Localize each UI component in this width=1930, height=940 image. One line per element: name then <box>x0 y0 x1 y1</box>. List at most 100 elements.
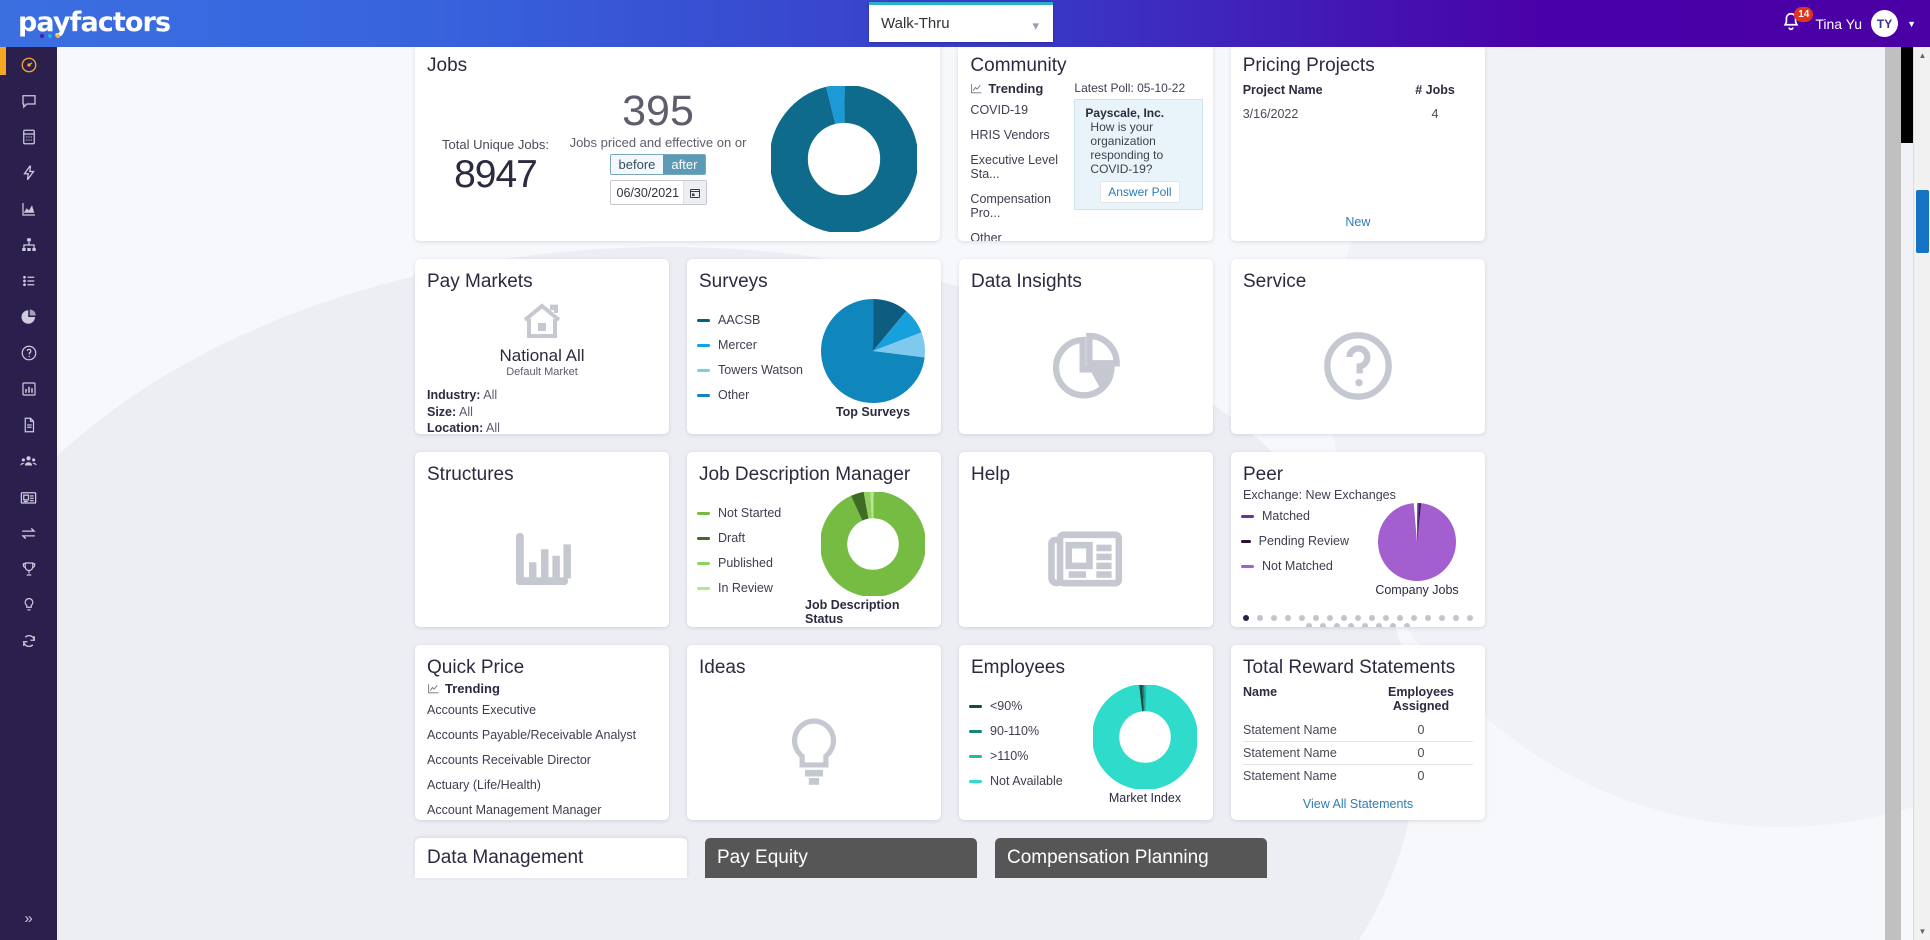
scroll-up-arrow-icon[interactable]: ▲ <box>1914 47 1930 64</box>
quick-price-item[interactable]: Account Management Manager <box>427 803 669 817</box>
carousel-dot[interactable] <box>1313 615 1319 621</box>
carousel-dot[interactable] <box>1355 615 1361 621</box>
notifications-button[interactable]: 14 <box>1780 10 1806 38</box>
card-community[interactable]: Community Trending COVID-19 HRIS Vendors… <box>958 43 1212 241</box>
view-all-statements-link[interactable]: View All Statements <box>1231 797 1485 811</box>
carousel-dot[interactable] <box>1320 623 1326 627</box>
toggle-after[interactable]: after <box>663 155 705 174</box>
carousel-dot[interactable] <box>1327 615 1333 621</box>
carousel-dot[interactable] <box>1306 623 1312 627</box>
carousel-dot[interactable] <box>1257 615 1263 621</box>
carousel-dot[interactable] <box>1271 615 1277 621</box>
peer-body: Matched Pending Review Not Matched Comp <box>1231 501 1485 613</box>
carousel-dot[interactable] <box>1467 615 1473 621</box>
carousel-dot[interactable] <box>1404 623 1410 627</box>
card-pricing-projects[interactable]: Pricing Projects Project Name # Jobs 3/1… <box>1231 43 1485 241</box>
community-topic-link[interactable]: Executive Level Sta... <box>970 153 1070 181</box>
peer-carousel-dots-top[interactable] <box>1231 615 1485 621</box>
sidebar-item-lists[interactable] <box>0 263 57 299</box>
gauge-icon <box>20 56 38 74</box>
sidebar-item-news[interactable] <box>0 479 57 515</box>
card-total-reward-statements[interactable]: Total Reward Statements Name Employees A… <box>1231 645 1485 820</box>
carousel-dot[interactable] <box>1439 615 1445 621</box>
sidebar-item-ideas[interactable] <box>0 587 57 623</box>
sidebar-item-sync[interactable] <box>0 623 57 659</box>
sidebar-item-insights[interactable] <box>0 299 57 335</box>
walkthru-select[interactable]: Walk-Thru <box>869 5 1053 42</box>
quick-price-item[interactable]: Accounts Executive <box>427 703 669 717</box>
inner-scroll-thumb[interactable] <box>1901 47 1913 143</box>
carousel-dot[interactable] <box>1341 615 1347 621</box>
avatar[interactable]: TY <box>1871 10 1898 37</box>
table-row[interactable]: Statement Name 0 <box>1243 765 1473 787</box>
card-quick-price[interactable]: Quick Price Trending Accounts Executive … <box>415 645 669 820</box>
card-structures[interactable]: Structures <box>415 452 669 627</box>
carousel-dot[interactable] <box>1369 615 1375 621</box>
card-pay-equity[interactable]: Pay Equity <box>705 838 977 878</box>
sidebar-item-analytics[interactable] <box>0 191 57 227</box>
carousel-dot[interactable] <box>1285 615 1291 621</box>
sidebar-item-messages[interactable] <box>0 83 57 119</box>
carousel-dot[interactable] <box>1334 623 1340 627</box>
sidebar-item-employees[interactable] <box>0 443 57 479</box>
community-topic-link[interactable]: Other <box>970 231 1070 241</box>
carousel-dot[interactable] <box>1348 623 1354 627</box>
table-row[interactable]: Statement Name 0 <box>1243 742 1473 765</box>
carousel-dot[interactable] <box>1453 615 1459 621</box>
card-job-description-manager[interactable]: Job Description Manager Not Started Draf… <box>687 452 941 627</box>
sidebar-item-reports[interactable] <box>0 371 57 407</box>
community-topic-link[interactable]: HRIS Vendors <box>970 128 1070 142</box>
sidebar-item-quick-price[interactable] <box>0 155 57 191</box>
payfactors-logo[interactable]: payfactors <box>18 8 183 38</box>
card-employees[interactable]: Employees <90% 90-110% >110% Not Availab <box>959 645 1213 820</box>
quick-price-item[interactable]: Accounts Payable/Receivable Analyst <box>427 728 669 742</box>
sidebar-item-help[interactable] <box>0 335 57 371</box>
card-peer[interactable]: Peer Exchange: New Exchanges Matched Pen… <box>1231 452 1485 627</box>
card-pay-markets[interactable]: Pay Markets National All Default Market … <box>415 259 669 434</box>
scrollbar-thumb[interactable] <box>1916 190 1929 253</box>
card-jobs[interactable]: Jobs Total Unique Jobs: 8947 395 Jobs pr… <box>415 43 940 241</box>
scroll-down-arrow-icon[interactable]: ▼ <box>1914 923 1930 940</box>
card-data-insights[interactable]: Data Insights <box>959 259 1213 434</box>
card-service[interactable]: Service <box>1231 259 1485 434</box>
jobs-beforeafter-toggle[interactable]: before after <box>610 154 707 175</box>
card-surveys[interactable]: Surveys AACSB Mercer Towers Watson Other <box>687 259 941 434</box>
carousel-dot[interactable] <box>1383 615 1389 621</box>
community-topic-link[interactable]: COVID-19 <box>970 103 1070 117</box>
sidebar-item-rewards[interactable] <box>0 551 57 587</box>
walkthru-select-wrapper[interactable]: Walk-Thru ▾ <box>869 2 1053 42</box>
sidebar-item-calculator[interactable] <box>0 119 57 155</box>
carousel-dot[interactable] <box>1376 623 1382 627</box>
calendar-icon[interactable] <box>683 181 706 204</box>
user-menu-chevron-down-icon[interactable]: ▼ <box>1907 19 1916 29</box>
sidebar-item-transfers[interactable] <box>0 515 57 551</box>
quick-price-item[interactable]: Actuary (Life/Health) <box>427 778 669 792</box>
new-project-link[interactable]: New <box>1231 215 1485 229</box>
carousel-dot[interactable] <box>1411 615 1417 621</box>
sidebar-item-structures[interactable] <box>0 227 57 263</box>
card-data-management[interactable]: Data Management <box>415 838 687 878</box>
quick-price-item[interactable]: Accounts Receivable Director <box>427 753 669 767</box>
card-help[interactable]: Help <box>959 452 1213 627</box>
carousel-dot[interactable] <box>1243 615 1249 621</box>
sidebar-item-dashboard[interactable] <box>0 47 57 83</box>
jobs-date-field[interactable] <box>610 180 707 205</box>
carousel-dot[interactable] <box>1425 615 1431 621</box>
carousel-dot[interactable] <box>1390 623 1396 627</box>
sidebar-expand-button[interactable]: » <box>0 904 57 932</box>
jobs-date-input[interactable] <box>611 186 683 200</box>
table-row[interactable]: 3/16/2022 4 <box>1243 103 1473 125</box>
sidebar-item-documents[interactable] <box>0 407 57 443</box>
toggle-before[interactable]: before <box>611 155 664 174</box>
community-topic-link[interactable]: Compensation Pro... <box>970 192 1070 220</box>
pay-markets-body: National All Default Market Industry: Al… <box>415 293 669 434</box>
answer-poll-button[interactable]: Answer Poll <box>1100 181 1179 203</box>
carousel-dot[interactable] <box>1299 615 1305 621</box>
card-compensation-planning[interactable]: Compensation Planning <box>995 838 1267 878</box>
page-scrollbar[interactable]: ▲ ▼ <box>1913 47 1930 940</box>
peer-carousel-dots-bottom[interactable] <box>1231 623 1485 627</box>
card-ideas[interactable]: Ideas <box>687 645 941 820</box>
table-row[interactable]: Statement Name 0 <box>1243 719 1473 742</box>
carousel-dot[interactable] <box>1362 623 1368 627</box>
carousel-dot[interactable] <box>1397 615 1403 621</box>
